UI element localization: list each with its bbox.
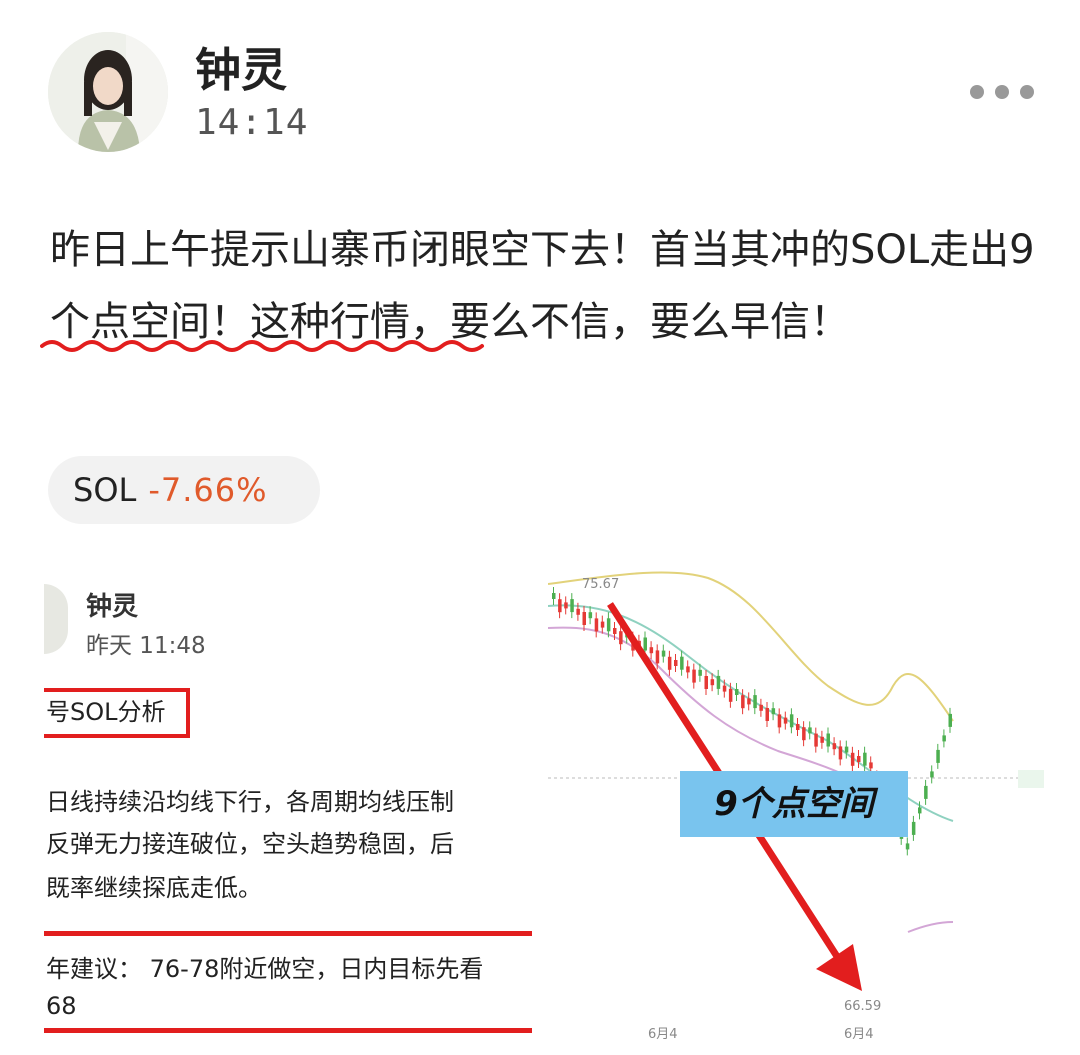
candle-body [613,628,617,634]
embed-line: 日线持续沿均线下行，各周期均线压制 [46,788,454,816]
more-dot [1020,85,1034,99]
candle-body [716,675,721,689]
chart-x-tick: 6月4 [648,1027,678,1042]
candle-body [704,676,708,689]
embed-time: 昨天 11:48 [86,633,206,659]
author-avatar[interactable] [48,32,168,152]
avatar-image [48,32,168,152]
candle-body [936,749,940,763]
chart-price-tag [1018,770,1044,788]
candle-body [728,688,733,702]
chart-annotation: 9个点空间 [714,784,874,824]
candle-body [869,762,873,769]
candle-body [594,618,599,632]
candle-body [674,660,678,666]
candle-body [802,727,806,741]
candle-body [680,656,684,670]
embed-line: 既率继续探底走低。 [46,874,262,902]
candle-body [796,724,800,730]
candle-body [924,785,928,799]
candle-body [753,695,757,709]
candle-body [552,593,556,599]
candle-body [777,714,782,728]
embed-avatar [44,584,68,654]
candle-body [765,708,769,721]
candle-body [722,685,727,692]
candle-body [911,821,916,835]
candle-body [832,743,837,750]
chart-low-label: 66.59 [844,999,881,1014]
candle-body [649,647,654,654]
author-name[interactable]: 钟灵 [195,34,287,100]
candle-body [710,679,715,686]
post-time: 14:14 [195,102,309,143]
more-dot [970,85,984,99]
candle-body [826,733,830,747]
tag-change: -7.66% [148,471,268,509]
embed-line: 68 [46,992,77,1020]
candle-body [741,695,745,709]
candle-body [771,708,776,715]
candle-body [850,752,855,766]
more-dot [995,85,1009,99]
candle-body [789,714,794,728]
embed-line: 年建议： 76-78附近做空，日内目标先看 [46,955,484,983]
squiggle-underline-icon [40,340,484,352]
candle-body [948,713,952,727]
more-icon[interactable] [970,82,1034,102]
candle-body [570,599,574,613]
candle-body [619,631,623,645]
embed-red-bar [44,1028,532,1033]
candle-body [582,612,586,625]
candle-body [606,618,611,632]
candle-body [808,727,812,734]
candle-body [942,735,946,742]
candle-body [588,612,593,619]
candle-body [558,599,562,613]
embed-author: 钟灵 [86,592,139,622]
candle-body [661,650,666,657]
candle-body [735,689,739,695]
candle-body [930,771,934,778]
candle-body [783,717,788,724]
candle-body [643,637,647,651]
candle-body [686,666,690,673]
embed-red-bar [44,931,532,936]
candle-body [576,608,580,615]
post-text-before: 昨日上午提示山寨币闭眼空下去！首当其冲的 [50,227,850,273]
candle-body [692,669,696,683]
chart-x-tick: 6月4 [844,1027,874,1042]
tag-symbol: SOL [73,471,137,509]
candle-body [863,752,867,766]
candle-body [667,656,672,670]
candle-body [564,602,568,609]
candle-body [844,746,849,753]
candle-body [857,756,861,762]
candle-body [918,807,922,814]
post-image[interactable]: 钟灵 昨天 11:48 号SOL分析 日线持续沿均线下行，各周期均线压制 反弹无… [44,566,1044,1055]
embed-line: 反弹无力接连破位，空头趋势稳固，后 [46,830,454,858]
candle-body [747,698,751,705]
candle-body [905,843,910,850]
stock-tag-chip[interactable]: SOL -7.66% [48,456,320,524]
candle-body [820,736,824,743]
chart-high-label: 75.67 [582,577,619,592]
candle-body [814,733,818,747]
candle-body [838,746,843,760]
embed-title: 号SOL分析 [46,698,166,726]
candle-body [600,621,605,628]
candle-body [698,669,702,676]
candle-body [655,650,660,664]
candle-body [759,704,763,711]
